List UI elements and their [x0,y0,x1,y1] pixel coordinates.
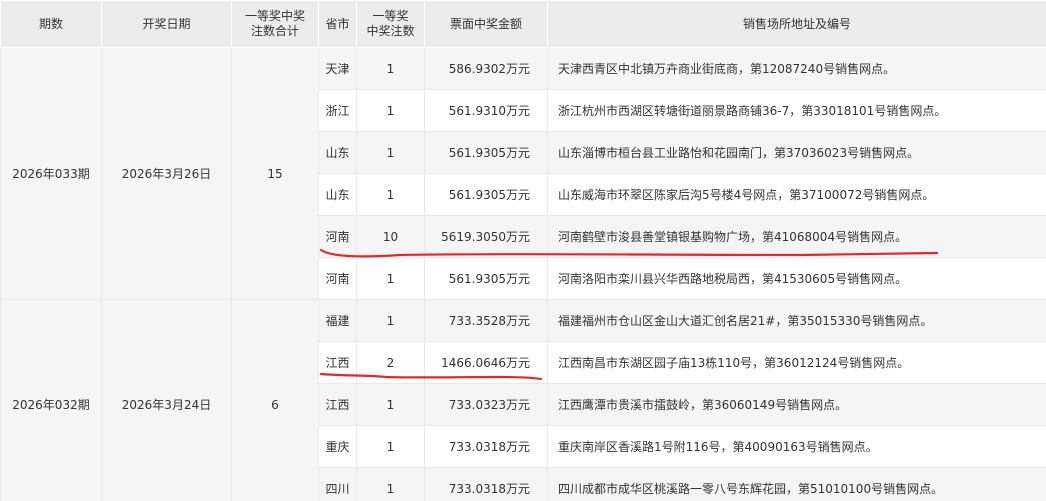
header-amount: 票面中奖金额 [424,0,548,48]
total-cell: 15 [231,47,319,300]
amount-cell: 1466.0646万元 [424,341,548,384]
table-row: 2026年033期 2026年3月26日 15 天津 1 586.9302万元 … [0,47,1046,300]
header-count: 一等奖 中奖注数 [356,0,425,48]
header-count-line1: 一等奖 [372,9,409,23]
header-total: 一等奖中奖 注数合计 [231,0,319,48]
header-count-line2: 中奖注数 [366,24,415,38]
province-cell: 山东 [318,131,357,174]
count-cell: 1 [356,47,425,90]
header-period: 期数 [0,0,102,48]
count-cell: 1 [356,257,425,300]
province-cell: 山东 [318,173,357,216]
address-cell: 福建福州市仓山区金山大道汇创名居21#，第35015330号销售网点。 [547,299,1046,342]
address-cell: 重庆南岸区香溪路1号附116号，第40090163号销售网点。 [547,425,1046,468]
count-cell: 1 [356,89,425,132]
total-cell: 6 [231,299,319,501]
table-row: 2026年032期 2026年3月24日 6 福建 1 733.3528万元 福… [0,299,1046,501]
amount-cell: 561.9305万元 [424,173,548,216]
count-cell: 1 [356,173,425,216]
amount-cell: 561.9305万元 [424,257,548,300]
period-cell: 2026年032期 [0,299,102,501]
count-cell: 2 [356,341,425,384]
header-date: 开奖日期 [101,0,232,48]
province-cell: 福建 [318,299,357,342]
address-cell: 江西鹰潭市贵溪市擂鼓岭，第36060149号销售网点。 [547,383,1046,426]
amount-cell: 733.0318万元 [424,425,548,468]
header-total-line1: 一等奖中奖 [244,9,305,23]
address-cell: 浙江杭州市西湖区转塘街道丽景路商铺36-7，第33018101号销售网点。 [547,89,1046,132]
date-cell: 2026年3月26日 [101,47,232,300]
date-cell: 2026年3月24日 [101,299,232,501]
count-cell: 1 [356,299,425,342]
address-cell: 江西南昌市东湖区园子庙13栋110号，第36012124号销售网点。 [547,341,1046,384]
header-total-line2: 注数合计 [250,24,299,38]
province-cell: 河南 [318,215,357,258]
address-cell: 四川成都市成华区桃溪路一零八号东辉花园，第51010100号销售网点。 [547,467,1046,501]
count-cell: 1 [356,467,425,501]
count-cell: 1 [356,131,425,174]
province-cell: 河南 [318,257,357,300]
amount-cell: 5619.3050万元 [424,215,548,258]
address-cell: 山东淄博市桓台县工业路怡和花园南门，第37036023号销售网点。 [547,131,1046,174]
amount-cell: 733.0318万元 [424,467,548,501]
amount-cell: 733.0323万元 [424,383,548,426]
address-cell: 河南鹤壁市浚县善堂镇银基购物广场，第41068004号销售网点。 [547,215,1046,258]
header-row: 期数 开奖日期 一等奖中奖 注数合计 省市 一等奖 中奖注数 票面中奖金额 销售… [0,0,1046,48]
period-cell: 2026年033期 [0,47,102,300]
province-cell: 江西 [318,383,357,426]
province-cell: 重庆 [318,425,357,468]
province-cell: 天津 [318,47,357,90]
address-cell: 天津西青区中北镇万卉商业街底商，第12087240号销售网点。 [547,47,1046,90]
amount-cell: 561.9310万元 [424,89,548,132]
amount-cell: 586.9302万元 [424,47,548,90]
province-cell: 浙江 [318,89,357,132]
lottery-winners-table: 期数 开奖日期 一等奖中奖 注数合计 省市 一等奖 中奖注数 票面中奖金额 销售… [0,0,1046,501]
count-cell: 1 [356,425,425,468]
header-address: 销售场所地址及编号 [547,0,1046,48]
amount-cell: 561.9305万元 [424,131,548,174]
amount-cell: 733.3528万元 [424,299,548,342]
count-cell: 10 [356,215,425,258]
address-cell: 河南洛阳市栾川县兴华西路地税局西，第41530605号销售网点。 [547,257,1046,300]
count-cell: 1 [356,383,425,426]
address-cell: 山东威海市环翠区陈家后沟5号楼4号网点，第37100072号销售网点。 [547,173,1046,216]
header-province: 省市 [318,0,357,48]
province-cell: 四川 [318,467,357,501]
province-cell: 江西 [318,341,357,384]
